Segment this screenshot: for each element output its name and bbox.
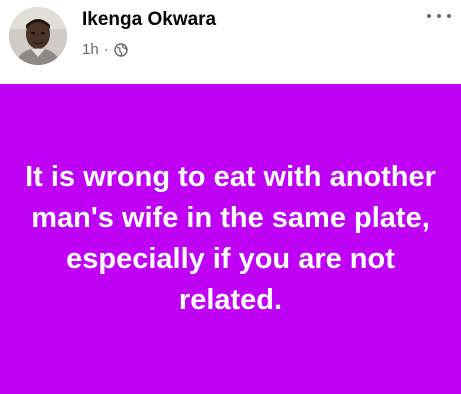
more-dot xyxy=(447,14,451,18)
meta-separator: · xyxy=(103,41,109,58)
more-options-button[interactable] xyxy=(427,8,451,24)
status-text: It is wrong to eat with another man's wi… xyxy=(25,161,436,316)
post-meta: 1h · xyxy=(82,41,128,58)
status-background: It is wrong to eat with another man's wi… xyxy=(0,84,461,394)
author-name[interactable]: Ikenga Okwara xyxy=(82,9,216,31)
avatar-photo xyxy=(9,7,67,65)
more-dot xyxy=(437,14,441,18)
post-header: Ikenga Okwara 1h · xyxy=(0,0,461,84)
globe-icon[interactable] xyxy=(113,42,128,57)
author-avatar[interactable] xyxy=(9,7,67,65)
facebook-post: Ikenga Okwara 1h · It is wrong to eat wi… xyxy=(0,0,461,394)
post-timestamp[interactable]: 1h xyxy=(82,41,99,58)
more-horizontal-icon xyxy=(427,14,431,18)
